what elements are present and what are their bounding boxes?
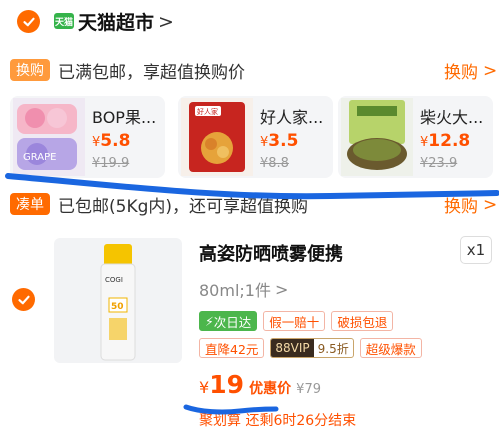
spec-selector[interactable]: 80ml;1件 > <box>199 277 288 301</box>
checkmark-icon <box>22 17 35 26</box>
exchange-item-original-price: ¥19.9 <box>92 156 130 171</box>
badge-damage-return: 破损包退 <box>331 311 394 331</box>
product-price: ¥19 优惠价 ¥79 <box>199 370 321 399</box>
exchange-item-card[interactable]: 柴火大... ¥12.8 ¥23.9 <box>338 96 493 178</box>
bundle-tag: 凑单 <box>10 193 50 215</box>
bundle-description: 已包邮(5Kg内)，还可享超值换购 <box>58 197 309 217</box>
checkmark-icon <box>17 295 30 304</box>
product-thumbnail-bop: GRAPE <box>13 98 85 176</box>
exchange-item-price: ¥12.8 <box>420 131 471 151</box>
vip-discount: 9.5折 <box>317 341 349 356</box>
price-currency: ¥ <box>199 378 210 397</box>
quantity-selector[interactable]: x1 <box>460 236 492 264</box>
badge-price-drop: 直降42元 <box>199 338 265 358</box>
exchange-description: 已满包邮，享超值换购价 <box>58 63 245 83</box>
exchange-link-label: 换购 <box>444 63 478 83</box>
product-title[interactable]: 高姿防晒喷雾便携 <box>199 240 343 266</box>
service-badges: ⚡ 次日达 假一赔十 破损包退 <box>199 311 394 331</box>
price-label: 优惠价 <box>249 381 292 397</box>
badge-next-day: ⚡ 次日达 <box>199 311 258 331</box>
svg-text:COGI: COGI <box>105 276 123 284</box>
exchange-item-price: ¥3.5 <box>260 131 299 151</box>
exchange-link[interactable]: 换购 > <box>444 58 498 84</box>
badge-hot-item: 超级爆款 <box>359 338 422 358</box>
exchange-item-card[interactable]: 好人家 好人家... ¥3.5 ¥8.8 <box>178 96 333 178</box>
svg-text:50: 50 <box>111 302 124 312</box>
chevron-right-icon: > <box>274 279 289 299</box>
tmall-logo-icon: 天猫 <box>54 13 74 29</box>
vip-label: 88VIP <box>271 339 314 357</box>
exchange-item-card[interactable]: GRAPE BOP果... ¥5.8 ¥19.9 <box>10 96 165 178</box>
exchange-item-name: 柴火大... <box>420 108 484 127</box>
store-name: 天猫超市 <box>78 12 155 34</box>
countdown-text: 聚划算 还剩6时26分结束 <box>199 413 357 429</box>
product-select-checkbox[interactable] <box>12 288 35 311</box>
store-select-checkbox[interactable] <box>17 10 40 33</box>
chevron-right-icon: > <box>483 194 498 215</box>
exchange-item-original-price: ¥8.8 <box>260 156 289 171</box>
original-price: ¥79 <box>296 382 321 397</box>
chevron-right-icon: > <box>483 60 498 81</box>
store-header-link[interactable]: 天猫超市 > <box>78 8 174 35</box>
spec-label: 80ml;1件 <box>199 281 271 300</box>
product-image[interactable]: COGI 50 <box>54 238 182 363</box>
product-thumbnail-seasoning: 好人家 <box>181 98 253 176</box>
exchange-item-original-price: ¥23.9 <box>420 156 458 171</box>
exchange-item-price: ¥5.8 <box>92 131 131 151</box>
chevron-right-icon: > <box>158 10 174 33</box>
discount-badges: 直降42元 88VIP 9.5折 超级爆款 <box>199 338 422 358</box>
exchange-tag: 换购 <box>10 59 50 81</box>
bundle-link-label: 换购 <box>444 197 478 217</box>
product-thumbnail-mung-beans <box>341 98 413 176</box>
badge-88vip: 88VIP 9.5折 <box>270 338 354 358</box>
svg-text:好人家: 好人家 <box>197 107 218 116</box>
exchange-item-name: 好人家... <box>260 108 324 127</box>
svg-text:GRAPE: GRAPE <box>23 152 56 163</box>
exchange-item-name: BOP果... <box>92 108 157 127</box>
sunscreen-bottle-image: COGI 50 <box>100 244 136 361</box>
bundle-exchange-link[interactable]: 换购 > <box>444 192 498 218</box>
badge-guarantee: 假一赔十 <box>263 311 326 331</box>
price-value: 19 <box>209 370 244 399</box>
